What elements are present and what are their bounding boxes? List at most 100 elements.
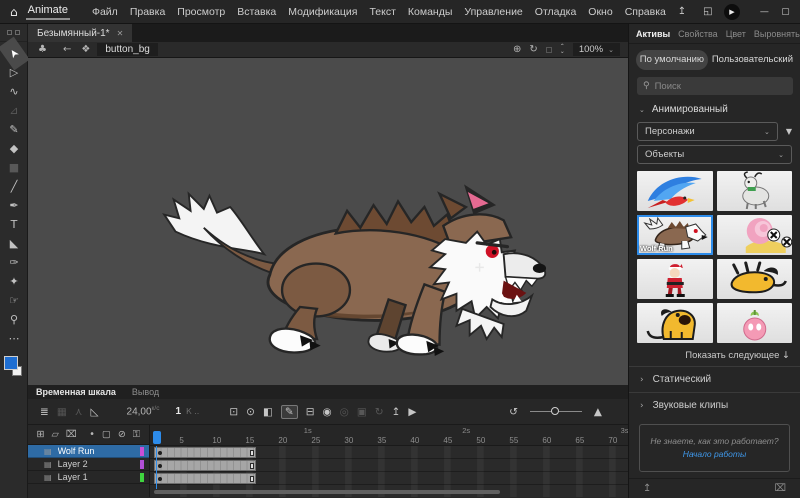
layer-frames-row[interactable] bbox=[150, 472, 628, 485]
timeline-zoom-slider[interactable] bbox=[530, 407, 582, 416]
spinner-down-icon[interactable]: ⌄ bbox=[560, 50, 565, 55]
menu-item[interactable]: Команды bbox=[402, 6, 459, 18]
asset-thumbnail-santa[interactable] bbox=[637, 259, 713, 299]
insert-keyframe-icon[interactable]: ⊡ bbox=[229, 406, 238, 418]
lock-all-icon[interactable]: ⚿ bbox=[133, 429, 140, 440]
delete-layer-icon[interactable]: ⌧ bbox=[66, 429, 77, 440]
zoom-in-timeline-icon[interactable]: ▲ bbox=[594, 406, 602, 418]
insert-frame-icon[interactable]: ◧ bbox=[263, 406, 273, 418]
frame-span[interactable] bbox=[154, 460, 256, 471]
asset-thumbnail-parrot[interactable] bbox=[637, 171, 713, 211]
panel-tab[interactable]: Свойства bbox=[678, 29, 718, 39]
pen-tool[interactable]: ✒ bbox=[0, 196, 28, 215]
line-tool[interactable]: ╱ bbox=[0, 177, 28, 196]
section-collapsed[interactable]: ›Звуковые клипы bbox=[629, 392, 800, 418]
category-dropdown[interactable]: Объекты⌄ bbox=[637, 145, 792, 164]
menu-item[interactable]: Модификация bbox=[282, 6, 363, 18]
asset-thumbnail-blob[interactable] bbox=[717, 303, 793, 343]
export-icon[interactable]: ↥ bbox=[392, 406, 401, 418]
workspace-icon[interactable]: ◱ bbox=[698, 6, 718, 17]
layer-frames-row[interactable] bbox=[150, 446, 628, 459]
layer-row[interactable]: ▤Layer 1 bbox=[28, 471, 149, 484]
menu-item[interactable]: Правка bbox=[124, 6, 171, 18]
brush-tool[interactable]: ✎ bbox=[0, 120, 28, 139]
rotate-stage-icon[interactable]: ↻ bbox=[529, 44, 537, 55]
zoom-tool[interactable]: ⚲ bbox=[0, 310, 28, 329]
home-icon[interactable]: ⌂ bbox=[10, 5, 18, 19]
auto-keyframe-icon[interactable]: ✎ bbox=[281, 405, 298, 419]
delete-asset-icon[interactable]: ⌧ bbox=[774, 483, 786, 494]
mode-tab[interactable]: Пользовательский bbox=[712, 50, 793, 70]
timeline-scrollbar[interactable] bbox=[154, 490, 500, 494]
hand-tool[interactable]: ☞ bbox=[0, 291, 28, 310]
more-tools[interactable]: ⋯ bbox=[0, 329, 28, 348]
insert-blank-keyframe-icon[interactable]: ⊙ bbox=[246, 406, 255, 418]
show-next-link[interactable]: Показать следующее ↓ bbox=[639, 350, 790, 361]
playhead[interactable] bbox=[153, 431, 161, 444]
remove-frames-icon[interactable]: ⊟ bbox=[306, 406, 315, 418]
close-button[interactable]: ✕ bbox=[796, 7, 800, 17]
breadcrumb[interactable]: button_bg bbox=[97, 43, 158, 56]
asset-dropzone[interactable]: Не знаете, как это работает? Начало рабо… bbox=[639, 424, 790, 472]
fps-value[interactable]: 24,00к/с bbox=[127, 405, 160, 417]
asset-thumbnail-dog-sitting[interactable] bbox=[637, 303, 713, 343]
paint-bucket-tool[interactable]: ◣ bbox=[0, 234, 28, 253]
lasso-tool[interactable]: ∿ bbox=[0, 82, 28, 101]
app-title[interactable]: Animate bbox=[26, 3, 70, 20]
graph-editor-icon[interactable]: ◺ bbox=[90, 406, 98, 418]
eraser-tool[interactable]: ◆ bbox=[0, 139, 28, 158]
menu-item[interactable]: Текст bbox=[363, 6, 401, 18]
panel-tab[interactable]: Выровнять bbox=[754, 29, 800, 39]
asset-thumbnail-dog-lying[interactable] bbox=[717, 259, 793, 299]
layer-row[interactable]: ▤Wolf Run bbox=[28, 445, 149, 458]
timeline-tab[interactable]: Вывод bbox=[132, 387, 159, 397]
layer-row[interactable]: ▤Layer 2 bbox=[28, 458, 149, 471]
play-icon[interactable]: ▶ bbox=[408, 406, 416, 418]
reset-timeline-zoom-icon[interactable]: ↺ bbox=[509, 406, 518, 418]
timeline-tab[interactable]: Временная шкала bbox=[36, 387, 116, 397]
search-input[interactable] bbox=[655, 81, 787, 92]
wolf-artwork[interactable] bbox=[148, 158, 550, 356]
document-tab[interactable]: Безымянный-1* ✕ bbox=[28, 24, 132, 42]
menu-item[interactable]: Вставка bbox=[231, 6, 282, 18]
menu-item[interactable]: Просмотр bbox=[171, 6, 231, 18]
outline-all-icon[interactable]: ▢ bbox=[102, 429, 111, 440]
quick-test-icon[interactable]: ▶ bbox=[724, 4, 740, 20]
layer-frames-row[interactable] bbox=[150, 459, 628, 472]
panel-tab[interactable]: Цвет bbox=[726, 29, 746, 39]
slider-knob[interactable] bbox=[551, 407, 559, 415]
menu-item[interactable]: Справка bbox=[619, 6, 672, 18]
minimize-button[interactable]: — bbox=[754, 7, 775, 17]
maximize-button[interactable]: ▢ bbox=[775, 7, 796, 17]
text-tool[interactable]: T bbox=[0, 215, 28, 234]
menu-item[interactable]: Окно bbox=[582, 6, 618, 18]
section-collapsed[interactable]: ›Статический bbox=[629, 366, 800, 392]
zoom-level-dropdown[interactable]: 100% ⌄ bbox=[573, 43, 620, 56]
new-layer-icon[interactable]: ⊞ bbox=[37, 429, 45, 440]
filter-icon[interactable]: ▼ bbox=[786, 127, 792, 136]
asset-warp-tool[interactable]: ✦ bbox=[0, 272, 28, 291]
new-folder-icon[interactable]: ▱ bbox=[51, 429, 58, 440]
asset-thumbnail-wolf[interactable]: Wolf Run bbox=[637, 215, 713, 255]
fill-color-swatch[interactable] bbox=[0, 354, 28, 380]
advanced-layer-icon[interactable]: • bbox=[89, 429, 95, 440]
scene-icon[interactable]: ♣ bbox=[38, 44, 47, 55]
menu-item[interactable]: Управление bbox=[458, 6, 528, 18]
category-dropdown[interactable]: Персонажи⌄ bbox=[637, 122, 778, 141]
layers-stack-icon[interactable]: ≣ bbox=[40, 406, 49, 418]
section-animated[interactable]: ⌄ Анимированный bbox=[629, 98, 800, 118]
menu-item[interactable]: Отладка bbox=[529, 6, 583, 18]
asset-thumbnail-goat[interactable] bbox=[717, 171, 793, 211]
keyframe-nav[interactable]: К .. bbox=[186, 407, 199, 416]
frame-span[interactable] bbox=[154, 447, 256, 458]
upload-asset-icon[interactable]: ↥ bbox=[643, 483, 651, 494]
timeline-ruler[interactable]: 5101520253035404550556065701s2s3s bbox=[150, 425, 628, 446]
zoom-spinner[interactable]: ⌃ ⌄ bbox=[560, 45, 565, 55]
mode-tab[interactable]: По умолчанию bbox=[636, 50, 708, 70]
center-stage-icon[interactable]: ⊕ bbox=[513, 44, 521, 55]
search-input-box[interactable]: ⚲ bbox=[637, 77, 793, 95]
panel-tab[interactable]: Активы bbox=[636, 29, 670, 39]
tab-close-icon[interactable]: ✕ bbox=[117, 29, 124, 38]
menu-item[interactable]: Файл bbox=[86, 6, 124, 18]
asset-thumbnail-snail[interactable] bbox=[717, 215, 793, 255]
